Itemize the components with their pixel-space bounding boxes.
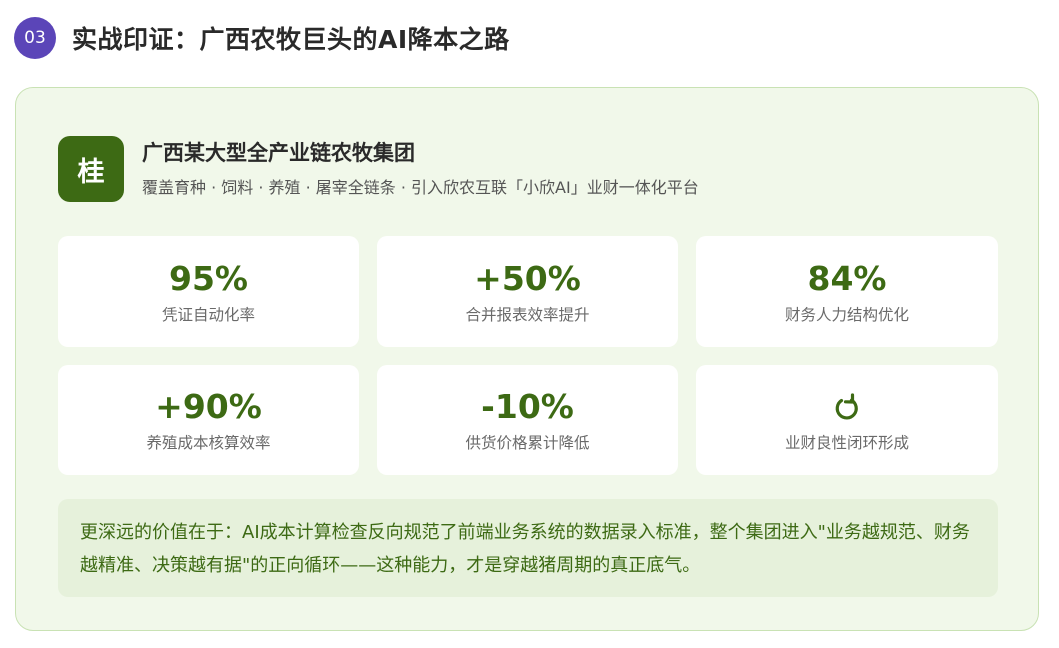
page: 03 实战印证：广西农牧巨头的AI降本之路 桂 广西某大型全产业链农牧集团 覆盖… [0, 0, 1059, 648]
metric-value: 84% [807, 258, 887, 298]
section-header: 03 实战印证：广西农牧巨头的AI降本之路 [14, 17, 510, 59]
metric-label: 财务人力结构优化 [784, 305, 909, 324]
metric-value: -10% [481, 387, 574, 426]
metric-label: 合并报表效率提升 [465, 305, 590, 324]
metric-card-voucher-automation: 95% 凭证自动化率 [58, 236, 359, 347]
metric-card-supply-price: -10% 供货价格累计降低 [377, 365, 678, 475]
org-text: 广西某大型全产业链农牧集团 覆盖育种 · 饲料 · 养殖 · 屠宰全链条 · 引… [142, 136, 699, 202]
org-description: 覆盖育种 · 饲料 · 养殖 · 屠宰全链条 · 引入欣农互联「小欣AI」业财一… [142, 178, 699, 197]
refresh-cycle-icon [827, 387, 867, 427]
page-title: 实战印证：广西农牧巨头的AI降本之路 [72, 25, 510, 54]
metric-card-consolidated-report: +50% 合并报表效率提升 [377, 236, 678, 347]
metric-card-closed-loop: 业财良性闭环形成 [696, 365, 998, 475]
section-number-badge: 03 [14, 17, 56, 59]
metric-label: 凭证自动化率 [161, 305, 255, 324]
org-info: 桂 广西某大型全产业链农牧集团 覆盖育种 · 饲料 · 养殖 · 屠宰全链条 ·… [58, 136, 699, 202]
insight-box: 更深远的价值在于：AI成本计算检查反向规范了前端业务系统的数据录入标准，整个集团… [58, 499, 998, 597]
metric-label: 业财良性闭环形成 [784, 434, 909, 452]
metric-value: +50% [474, 258, 581, 298]
metric-value: +90% [155, 387, 262, 426]
metric-label: 养殖成本核算效率 [146, 434, 271, 452]
metric-card-breeding-cost: +90% 养殖成本核算效率 [58, 365, 359, 475]
org-logo: 桂 [58, 136, 124, 202]
metric-card-finance-staffing: 84% 财务人力结构优化 [696, 236, 998, 347]
org-name: 广西某大型全产业链农牧集团 [142, 141, 415, 165]
metrics-grid: 95% 凭证自动化率 +50% 合并报表效率提升 84% 财务人力结构优化 +9… [58, 236, 998, 475]
case-study-card: 桂 广西某大型全产业链农牧集团 覆盖育种 · 饲料 · 养殖 · 屠宰全链条 ·… [15, 87, 1039, 631]
metric-value: 95% [169, 258, 248, 298]
metric-label: 供货价格累计降低 [465, 434, 590, 452]
